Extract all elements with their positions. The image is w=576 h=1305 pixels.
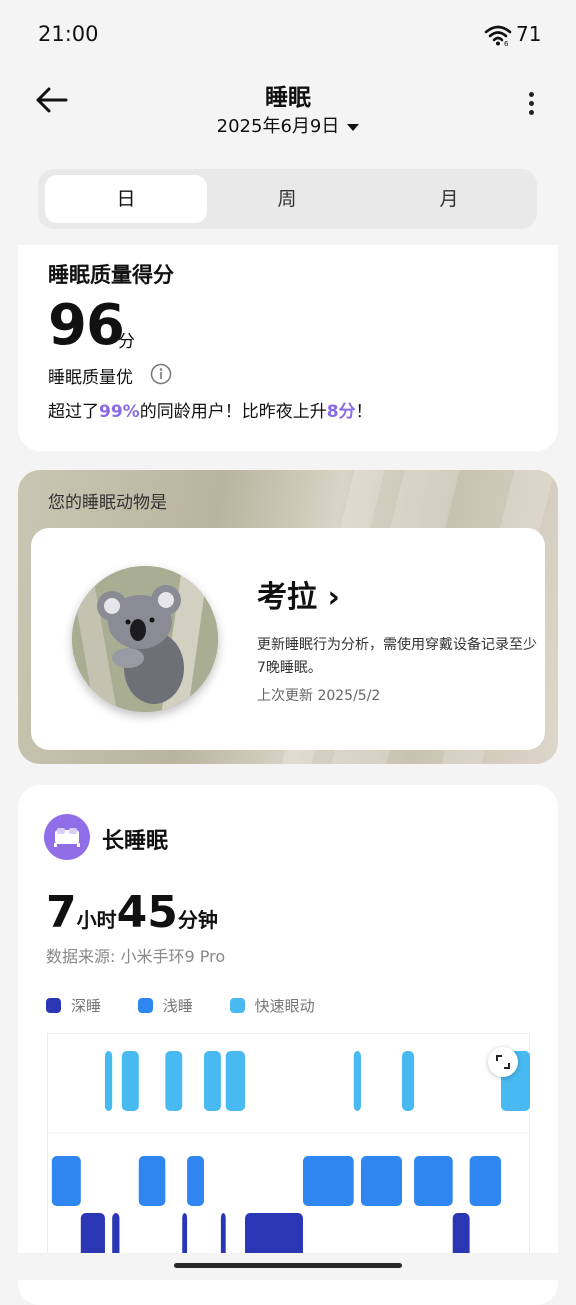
score-unit: 分 — [118, 332, 135, 352]
svg-text:6: 6 — [504, 40, 509, 46]
compare-prefix: 超过了 — [48, 402, 99, 422]
stage-bar — [187, 1156, 204, 1206]
sleep-score-card: 睡眠质量得分 96 分 睡眠质量优 超过了99%的同龄用户！比昨夜上升8分！ — [18, 245, 558, 451]
stage-bar — [203, 1051, 221, 1111]
more-options-icon[interactable] — [522, 92, 540, 122]
animal-card-title: 您的睡眠动物是 — [48, 493, 167, 513]
period-tabs: 日 周 月 — [38, 169, 537, 229]
compare-middle: 的同龄用户！比昨夜上升 — [139, 402, 327, 422]
date-label: 2025年6月9日 — [216, 116, 340, 137]
stage-bar — [165, 1051, 183, 1111]
date-selector[interactable]: 2025年6月9日 — [0, 112, 576, 138]
sleep-stage-chart — [47, 1033, 530, 1273]
stage-bar — [225, 1051, 246, 1111]
long-sleep-card: 长睡眠 7小时45分钟 数据来源: 小米手环9 Pro 深睡 浅睡 快速眼动 — [18, 785, 558, 1305]
sleep-duration: 7小时45分钟 — [46, 887, 218, 938]
sleep-animal-card[interactable]: 您的睡眠动物是 考拉 › 更新睡眠行为分析，需使用穿戴设备记录至少7晚睡眠。 上… — [18, 470, 558, 764]
compare-suffix: ！ — [355, 402, 373, 422]
compare-percent: 99% — [99, 402, 140, 422]
caret-down-icon — [347, 123, 360, 131]
status-bar: 21:00 6 71 — [0, 0, 576, 70]
koala-avatar — [72, 566, 218, 712]
legend-light: 浅睡 — [137, 995, 193, 1016]
duration-minutes: 45 — [116, 887, 178, 938]
animal-name: 考拉 — [257, 580, 317, 615]
info-icon[interactable] — [150, 363, 172, 385]
animal-name-link[interactable]: 考拉 › — [257, 572, 340, 616]
quality-label: 睡眠质量优 — [48, 368, 133, 388]
legend-rem: 快速眼动 — [229, 995, 315, 1016]
last-update-text: 上次更新 2025/5/2 — [257, 688, 381, 704]
minutes-unit: 分钟 — [177, 908, 218, 932]
stage-bar — [360, 1156, 403, 1206]
sleep-score: 96 — [48, 293, 125, 358]
tab-week[interactable]: 周 — [206, 175, 368, 223]
data-source: 数据来源: 小米手环9 Pro — [46, 947, 226, 966]
chevron-right-icon: › — [327, 580, 340, 615]
battery-level: 71 — [516, 22, 542, 46]
stage-bar — [121, 1051, 139, 1111]
home-indicator[interactable] — [174, 1263, 402, 1268]
stage-bar — [302, 1156, 354, 1206]
wifi-icon: 6 — [484, 25, 512, 46]
status-time: 21:00 — [38, 22, 99, 46]
hours-unit: 小时 — [76, 908, 117, 932]
animal-detail-panel[interactable]: 考拉 › 更新睡眠行为分析，需使用穿戴设备记录至少7晚睡眠。 上次更新 2025… — [31, 528, 545, 750]
long-sleep-title: 长睡眠 — [102, 829, 169, 854]
stage-bar — [469, 1156, 502, 1206]
legend-deep: 深睡 — [46, 995, 101, 1016]
stage-bar — [138, 1156, 166, 1206]
score-card-title: 睡眠质量得分 — [48, 263, 174, 287]
koala-icon — [72, 566, 218, 712]
stage-bar — [414, 1156, 453, 1206]
duration-hours: 7 — [46, 887, 77, 938]
stage-bar — [51, 1156, 81, 1206]
comparison-text: 超过了99%的同龄用户！比昨夜上升8分！ — [48, 397, 373, 422]
tab-day[interactable]: 日 — [45, 175, 207, 223]
bed-icon — [44, 814, 90, 860]
chart-legend: 深睡 浅睡 快速眼动 — [46, 995, 347, 1016]
stage-bar — [104, 1051, 113, 1111]
tab-month[interactable]: 月 — [368, 175, 530, 223]
animal-description: 更新睡眠行为分析，需使用穿戴设备记录至少7晚睡眠。 — [257, 637, 537, 676]
expand-icon[interactable] — [488, 1047, 518, 1077]
compare-delta: 8分 — [326, 402, 356, 422]
stage-bar — [353, 1051, 361, 1111]
page-title: 睡眠 — [265, 85, 311, 111]
stage-bar — [402, 1051, 415, 1111]
